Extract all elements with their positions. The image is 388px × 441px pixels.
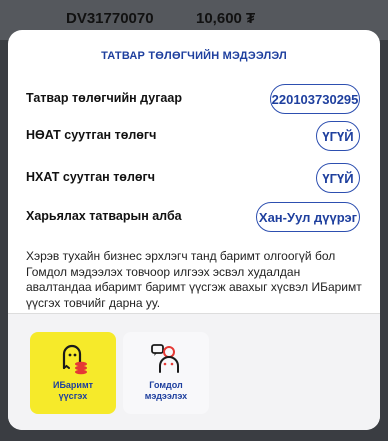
info-row-pit: НХАТ суутган төлөгч ҮГҮЙ xyxy=(26,163,360,193)
receipt-amount: 10,600 ₮ xyxy=(196,10,256,27)
modal-title: ТАТВАР ТӨЛӨГЧИЙН МЭДЭЭЛЭЛ xyxy=(101,50,287,62)
info-label: НӨАТ суутган төлөгч xyxy=(26,128,157,142)
tin-value-pill[interactable]: 220103730295 xyxy=(270,84,360,114)
info-label: НХАТ суутган төлөгч xyxy=(26,170,155,184)
vat-status-pill[interactable]: ҮГҮЙ xyxy=(316,121,360,151)
create-ebarimt-button[interactable]: ИБаримт үүсгэх xyxy=(30,332,116,414)
receipt-code: DV31770070 xyxy=(66,10,154,27)
info-label: Татвар төлөгчийн дугаар xyxy=(26,91,182,105)
info-row-vat: НӨАТ суутган төлөгч ҮГҮЙ xyxy=(26,121,360,151)
action-area: ИБаримт үүсгэх Гомдол мэдээлэх xyxy=(8,314,380,430)
complaint-person-icon xyxy=(151,344,179,373)
taxpayer-info-modal: ТАТВАР ТӨЛӨГЧИЙН МЭДЭЭЛЭЛ Татвар төлөгчи… xyxy=(8,30,380,430)
report-complaint-label: Гомдол мэдээлэх xyxy=(144,380,188,401)
receipt-coins-icon xyxy=(62,344,87,375)
instruction-text: Хэрэв тухайн бизнес эрхлэгч танд баримт … xyxy=(26,249,362,310)
report-complaint-button[interactable]: Гомдол мэдээлэх xyxy=(123,332,209,414)
info-label: Харьялах татварын алба xyxy=(26,209,182,223)
create-ebarimt-label: ИБаримт үүсгэх xyxy=(52,380,94,401)
pit-status-pill[interactable]: ҮГҮЙ xyxy=(316,163,360,193)
info-row-tax-office: Харьялах татварын алба Хан-Уул дүүрэг xyxy=(26,202,360,232)
info-row-tin: Татвар төлөгчийн дугаар 220103730295 xyxy=(26,84,360,114)
tax-office-pill[interactable]: Хан-Уул дүүрэг xyxy=(256,202,360,232)
